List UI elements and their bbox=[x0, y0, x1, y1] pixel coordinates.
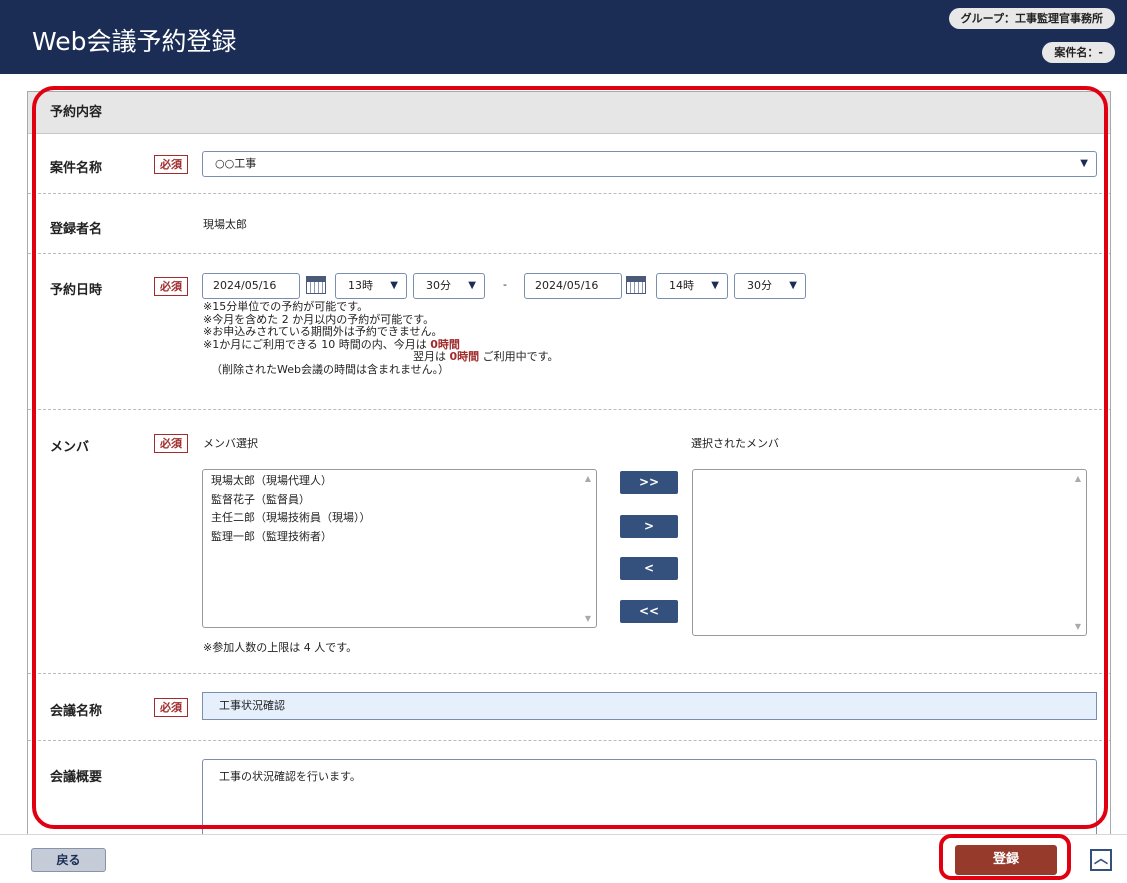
members-label: メンバ bbox=[50, 440, 90, 455]
start-hour-select[interactable]: 13時 ▼ bbox=[335, 273, 407, 299]
member-option[interactable]: 主任二郎（現場技術員（現場）） bbox=[203, 509, 596, 528]
end-min-value: 30分 bbox=[747, 279, 772, 292]
chevron-down-icon: ▼ bbox=[468, 280, 476, 291]
reservation-note: ※15分単位での予約が可能です。 bbox=[203, 300, 369, 313]
scroll-up-icon[interactable]: ▲ bbox=[585, 474, 591, 483]
member-select-label: メンバ選択 bbox=[203, 437, 258, 450]
start-min-value: 30分 bbox=[426, 279, 451, 292]
required-badge: 必須 bbox=[154, 698, 188, 717]
range-separator: - bbox=[503, 278, 507, 291]
end-hour-select[interactable]: 14時 ▼ bbox=[656, 273, 728, 299]
case-name-label: 案件名称 bbox=[50, 161, 103, 176]
meeting-name-row: 会議名称 必須 工事状況確認 bbox=[28, 674, 1110, 741]
start-date-input[interactable]: 2024/05/16 bbox=[202, 273, 300, 299]
end-date-input[interactable]: 2024/05/16 bbox=[524, 273, 622, 299]
meeting-name-label: 会議名称 bbox=[50, 704, 103, 719]
reservation-panel: 予約内容 案件名称 必須 ○○工事 ▼ 登録者名 現場太郎 予約日時 必須 20… bbox=[27, 91, 1111, 836]
scroll-down-icon[interactable]: ▼ bbox=[1075, 622, 1081, 631]
members-row: メンバ 必須 メンバ選択 選択されたメンバ 現場太郎（現場代理人） 監督花子（監… bbox=[28, 410, 1110, 674]
selected-members-list[interactable]: ▲ ▼ bbox=[692, 469, 1087, 636]
remove-all-button[interactable]: << bbox=[620, 600, 678, 623]
meeting-name-input[interactable]: 工事状況確認 bbox=[202, 692, 1097, 720]
back-button[interactable]: 戻る bbox=[31, 848, 106, 872]
usage-next-month-note: 翌月は 0時間 ご利用中です。 bbox=[413, 350, 559, 364]
case-badge: 案件名：- bbox=[1042, 42, 1115, 63]
group-badge: グループ：工事監理官事務所 bbox=[948, 8, 1115, 29]
start-hour-value: 13時 bbox=[348, 279, 373, 292]
registrant-label: 登録者名 bbox=[50, 222, 103, 237]
chevron-down-icon: ▼ bbox=[789, 280, 797, 291]
end-min-select[interactable]: 30分 ▼ bbox=[734, 273, 806, 299]
meeting-summary-row: 会議概要 工事の状況確認を行います。 bbox=[28, 741, 1110, 835]
scroll-down-icon[interactable]: ▼ bbox=[585, 614, 591, 623]
available-members-list[interactable]: 現場太郎（現場代理人） 監督花子（監督員） 主任二郎（現場技術員（現場）） 監理… bbox=[202, 469, 597, 628]
usage-next-prefix: 翌月は bbox=[413, 350, 450, 363]
case-name-select[interactable]: ○○工事 ▼ bbox=[202, 151, 1097, 177]
usage-excluded-note: （削除されたWeb会議の時間は含まれません。） bbox=[211, 362, 450, 376]
reservation-label: 予約日時 bbox=[50, 283, 103, 298]
member-option[interactable]: 現場太郎（現場代理人） bbox=[203, 472, 596, 491]
required-badge: 必須 bbox=[154, 155, 188, 174]
end-hour-value: 14時 bbox=[669, 279, 694, 292]
usage-next-month: 0時間 bbox=[449, 350, 480, 363]
member-option[interactable]: 監督花子（監督員） bbox=[203, 491, 596, 510]
chevron-up-icon[interactable]: ︿ bbox=[1090, 849, 1112, 871]
section-title: 予約内容 bbox=[28, 92, 1110, 134]
register-button[interactable]: 登録 bbox=[955, 845, 1057, 875]
reservation-row: 予約日時 必須 2024/05/16 13時 ▼ 30分 ▼ - 2024/05… bbox=[28, 254, 1110, 410]
case-name-row: 案件名称 必須 ○○工事 ▼ bbox=[28, 135, 1110, 194]
required-badge: 必須 bbox=[154, 277, 188, 296]
member-option[interactable]: 監理一郎（監理技術者） bbox=[203, 528, 596, 547]
calendar-icon[interactable] bbox=[306, 276, 326, 294]
chevron-down-icon: ▼ bbox=[390, 280, 398, 291]
selected-members-label: 選択されたメンバ bbox=[691, 437, 779, 450]
usage-prefix: ※1か月にご利用できる 10 時間の内、今月は bbox=[203, 337, 431, 351]
usage-this-month: 0時間 bbox=[430, 337, 460, 351]
calendar-icon[interactable] bbox=[626, 276, 646, 294]
case-name-value: ○○工事 bbox=[215, 157, 257, 170]
page-title: Web会議予約登録 bbox=[32, 27, 237, 56]
registrant-row: 登録者名 現場太郎 bbox=[28, 194, 1110, 254]
page-header: Web会議予約登録 グループ：工事監理官事務所 案件名：- bbox=[0, 0, 1127, 74]
usage-next-suffix: ご利用中です。 bbox=[479, 350, 559, 363]
meeting-summary-textarea[interactable]: 工事の状況確認を行います。 bbox=[202, 759, 1097, 835]
meeting-summary-label: 会議概要 bbox=[50, 770, 103, 785]
add-button[interactable]: > bbox=[620, 515, 678, 538]
chevron-down-icon: ▼ bbox=[1080, 158, 1088, 169]
remove-button[interactable]: < bbox=[620, 557, 678, 580]
chevron-down-icon: ▼ bbox=[711, 280, 719, 291]
required-badge: 必須 bbox=[154, 434, 188, 453]
member-limit-note: ※参加人数の上限は 4 人です。 bbox=[203, 641, 358, 654]
start-min-select[interactable]: 30分 ▼ bbox=[413, 273, 485, 299]
add-all-button[interactable]: >> bbox=[620, 471, 678, 494]
scroll-up-icon[interactable]: ▲ bbox=[1075, 474, 1081, 483]
registrant-value: 現場太郎 bbox=[203, 218, 247, 231]
